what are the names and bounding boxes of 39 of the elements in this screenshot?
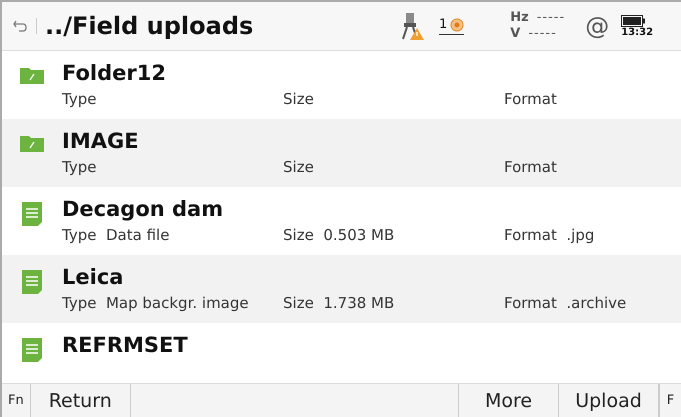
folder-icon [20,66,44,84]
file-name: Leica [62,264,124,291]
hz-label: Hz [510,10,529,26]
file-detail: Type [62,158,98,176]
hz-value: ----- [536,10,566,26]
window-title: ../Field uploads [45,12,254,40]
file-list-item[interactable]: Folder12 Type Size Format [2,51,681,119]
file-detail: Size [283,90,315,108]
battery-icon [621,14,646,26]
document-icon [22,338,42,362]
document-icon [22,270,42,294]
file-detail: Format [504,90,557,108]
file-detail: Type Data file [62,226,170,244]
file-detail: Type [62,90,98,108]
file-detail: Format [504,158,557,176]
at-symbol: @ [585,12,610,40]
file-list-item[interactable]: Leica Type Map backgr. image Size 1.738 MB Format .archive [2,255,681,323]
file-list-item[interactable]: REFRMSET [2,323,681,383]
file-detail: Format .jpg [504,226,594,244]
file-detail: Size 1.738 MB [283,294,396,312]
v-label: V [510,26,520,42]
file-name: IMAGE [62,128,140,155]
file-detail: Size 0.503 MB [283,226,396,244]
back-icon[interactable] [12,18,37,34]
file-detail: Size [283,158,315,176]
file-detail: Format .archive [504,294,626,312]
file-name: Decagon dam [62,196,224,223]
target-icon [450,18,464,32]
file-list-item[interactable]: Decagon dam Type Data file Size 0.503 MB Format .jpg [2,187,681,255]
document-icon [22,202,42,226]
v-value: ----- [528,26,557,42]
instrument-warning-icon [399,11,425,41]
file-name: REFRMSET [62,332,188,359]
file-name: Folder12 [62,60,167,87]
prism-count: 1 [439,17,448,32]
file-detail: Type Map backgr. image [62,294,250,312]
folder-icon [20,134,44,152]
clock-time: 13:32 [621,26,654,38]
file-list-item[interactable]: IMAGE Type Size Format [2,119,681,187]
